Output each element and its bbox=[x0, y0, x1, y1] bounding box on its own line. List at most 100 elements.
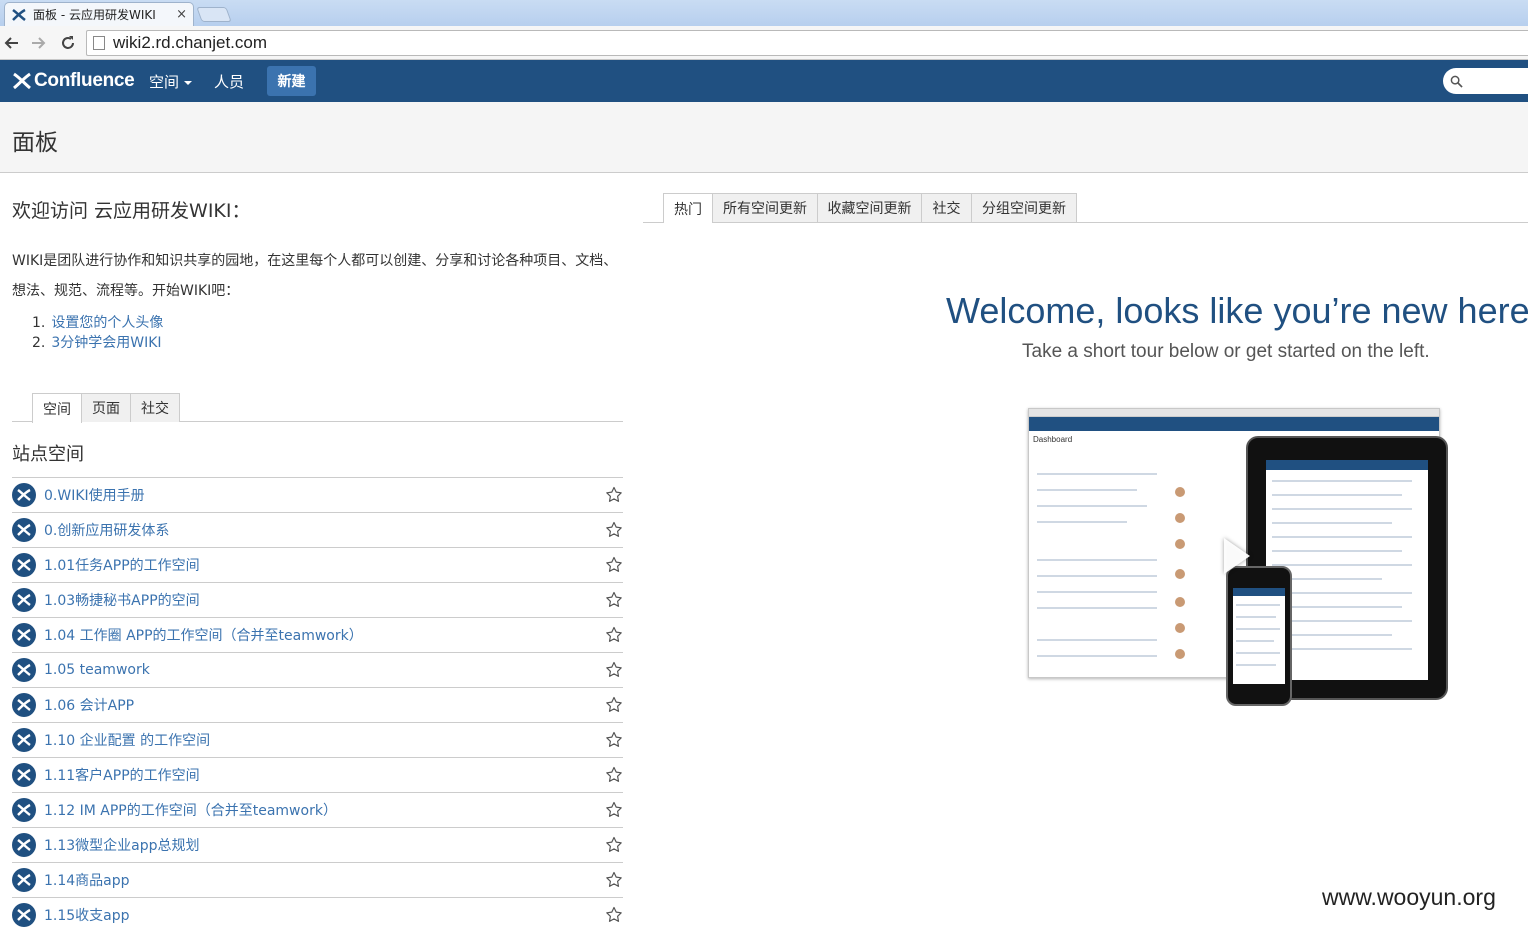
list-item: 1. 设置您的个人头像 bbox=[32, 313, 163, 333]
browser-tab-strip: 面板 - 云应用研发WIKI × bbox=[0, 0, 1528, 26]
new-tab-button[interactable] bbox=[196, 7, 232, 22]
nav-people[interactable]: 人员 bbox=[214, 71, 244, 92]
left-tabs: 空间 页面 社交 bbox=[12, 393, 623, 423]
nav-people-label: 人员 bbox=[214, 73, 245, 91]
space-logo-icon bbox=[12, 763, 36, 787]
space-link[interactable]: 1.10 企业配置 的工作空间 bbox=[44, 730, 210, 750]
confluence-logo[interactable]: Confluence bbox=[12, 68, 135, 94]
star-icon[interactable] bbox=[605, 696, 623, 714]
list-item: 2. 3分钟学会用WIKI bbox=[32, 333, 163, 353]
space-row[interactable]: 1.10 企业配置 的工作空间 bbox=[12, 722, 623, 757]
tab-popular[interactable]: 热门 bbox=[663, 193, 713, 223]
space-link[interactable]: 1.13微型企业app总规划 bbox=[44, 835, 200, 855]
address-url: wiki2.rd.chanjet.com bbox=[113, 33, 268, 52]
nav-spaces-label: 空间 bbox=[149, 73, 180, 91]
learn-wiki-link[interactable]: 3分钟学会用WIKI bbox=[51, 335, 161, 351]
space-row[interactable]: 1.04 工作圈 APP的工作空间（合并至teamwork） bbox=[12, 617, 623, 652]
space-link[interactable]: 1.15收支app bbox=[44, 905, 130, 925]
star-icon[interactable] bbox=[605, 591, 623, 609]
star-icon[interactable] bbox=[605, 801, 623, 819]
space-link[interactable]: 1.14商品app bbox=[44, 870, 130, 890]
space-link[interactable]: 1.05 teamwork bbox=[44, 662, 150, 678]
watermark: www.wooyun.org bbox=[1322, 884, 1496, 910]
tab-group-updates[interactable]: 分组空间更新 bbox=[971, 193, 1077, 222]
address-bar[interactable]: wiki2.rd.chanjet.com bbox=[86, 30, 1528, 56]
space-logo-icon bbox=[12, 833, 36, 857]
space-logo-icon bbox=[12, 658, 36, 682]
step-number: 1. bbox=[32, 315, 46, 331]
tab-pages[interactable]: 页面 bbox=[81, 393, 131, 422]
tour-video[interactable]: Dashboard bbox=[1028, 408, 1448, 708]
space-row[interactable]: 0.WIKI使用手册 bbox=[12, 477, 623, 512]
space-row[interactable]: 1.01任务APP的工作空间 bbox=[12, 547, 623, 582]
search-icon bbox=[1450, 75, 1463, 88]
space-row[interactable]: 1.12 IM APP的工作空间（合并至teamwork） bbox=[12, 792, 623, 827]
page-header: 面板 bbox=[0, 102, 1528, 173]
create-button[interactable]: 新建 bbox=[267, 66, 316, 96]
tour-heading: Welcome, looks like you’re new here bbox=[946, 290, 1528, 331]
reload-button[interactable] bbox=[56, 31, 80, 55]
space-link[interactable]: 1.03畅捷秘书APP的空间 bbox=[44, 590, 200, 610]
space-row[interactable]: 1.03畅捷秘书APP的空间 bbox=[12, 582, 623, 617]
welcome-heading: 欢迎访问 云应用研发WIKI： bbox=[12, 200, 251, 222]
space-row[interactable]: 0.创新应用研发体系 bbox=[12, 512, 623, 547]
activity-tabs: 热门 所有空间更新 收藏空间更新 社交 分组空间更新 bbox=[643, 193, 1528, 223]
star-icon[interactable] bbox=[605, 871, 623, 889]
space-link[interactable]: 1.11客户APP的工作空间 bbox=[44, 765, 200, 785]
chevron-down-icon bbox=[184, 80, 193, 85]
space-link[interactable]: 1.04 工作圈 APP的工作空间（合并至teamwork） bbox=[44, 625, 363, 645]
star-icon[interactable] bbox=[605, 731, 623, 749]
phone-preview-image bbox=[1226, 566, 1292, 706]
page-icon bbox=[93, 36, 105, 50]
space-link[interactable]: 1.01任务APP的工作空间 bbox=[44, 555, 200, 575]
space-row[interactable]: 1.13微型企业app总规划 bbox=[12, 827, 623, 862]
space-row[interactable]: 1.05 teamwork bbox=[12, 652, 623, 687]
space-logo-icon bbox=[12, 588, 36, 612]
star-icon[interactable] bbox=[605, 906, 623, 924]
intro-line-1: WIKI是团队进行协作和知识共享的园地，在这里每个人都可以创建、分享和讨论各种项… bbox=[12, 253, 618, 269]
tab-favourite-updates[interactable]: 收藏空间更新 bbox=[817, 193, 922, 222]
confluence-favicon-icon bbox=[12, 8, 26, 21]
nav-spaces-menu[interactable]: 空间 bbox=[149, 71, 193, 92]
space-logo-icon bbox=[12, 868, 36, 892]
space-logo-icon bbox=[12, 483, 36, 507]
space-link[interactable]: 0.WIKI使用手册 bbox=[44, 485, 145, 505]
browser-toolbar: wiki2.rd.chanjet.com bbox=[0, 26, 1528, 60]
star-icon[interactable] bbox=[605, 556, 623, 574]
site-spaces-list: 0.WIKI使用手册 0.创新应用研发体系 1.01任务APP的工作空间 1.03畅捷… bbox=[12, 477, 623, 932]
logo-text: Confluence bbox=[34, 70, 135, 91]
getting-started-list: 1. 设置您的个人头像 2. 3分钟学会用WIKI bbox=[32, 313, 163, 353]
star-icon[interactable] bbox=[605, 836, 623, 854]
space-link[interactable]: 1.06 会计APP bbox=[44, 695, 134, 715]
space-logo-icon bbox=[12, 798, 36, 822]
space-link[interactable]: 1.12 IM APP的工作空间（合并至teamwork） bbox=[44, 800, 337, 820]
tab-spaces[interactable]: 空间 bbox=[32, 393, 82, 423]
site-spaces-title: 站点空间 bbox=[12, 444, 84, 465]
page-title: 面板 bbox=[12, 130, 58, 156]
browser-tab[interactable]: 面板 - 云应用研发WIKI × bbox=[4, 2, 194, 26]
star-icon[interactable] bbox=[605, 661, 623, 679]
browser-tab-title: 面板 - 云应用研发WIKI bbox=[33, 8, 156, 22]
space-row[interactable]: 1.14商品app bbox=[12, 862, 623, 897]
set-avatar-link[interactable]: 设置您的个人头像 bbox=[51, 315, 163, 331]
star-icon[interactable] bbox=[605, 626, 623, 644]
star-icon[interactable] bbox=[605, 486, 623, 504]
back-button[interactable] bbox=[0, 31, 24, 55]
star-icon[interactable] bbox=[605, 521, 623, 539]
search-input[interactable] bbox=[1443, 68, 1528, 94]
tab-social[interactable]: 社交 bbox=[130, 393, 180, 422]
confluence-logo-icon bbox=[13, 72, 31, 90]
space-logo-icon bbox=[12, 553, 36, 577]
tab-network[interactable]: 社交 bbox=[921, 193, 972, 222]
star-icon[interactable] bbox=[605, 766, 623, 784]
forward-arrow-icon bbox=[32, 37, 46, 49]
close-tab-icon[interactable]: × bbox=[176, 7, 187, 22]
tab-all-updates[interactable]: 所有空间更新 bbox=[712, 193, 818, 222]
back-arrow-icon bbox=[4, 37, 18, 49]
app-header: Confluence 空间 人员 bbox=[0, 60, 1528, 102]
space-row[interactable]: 1.11客户APP的工作空间 bbox=[12, 757, 623, 792]
forward-button[interactable] bbox=[26, 31, 50, 55]
play-icon[interactable] bbox=[1224, 538, 1250, 574]
space-row[interactable]: 1.06 会计APP bbox=[12, 687, 623, 722]
space-link[interactable]: 0.创新应用研发体系 bbox=[44, 520, 169, 540]
